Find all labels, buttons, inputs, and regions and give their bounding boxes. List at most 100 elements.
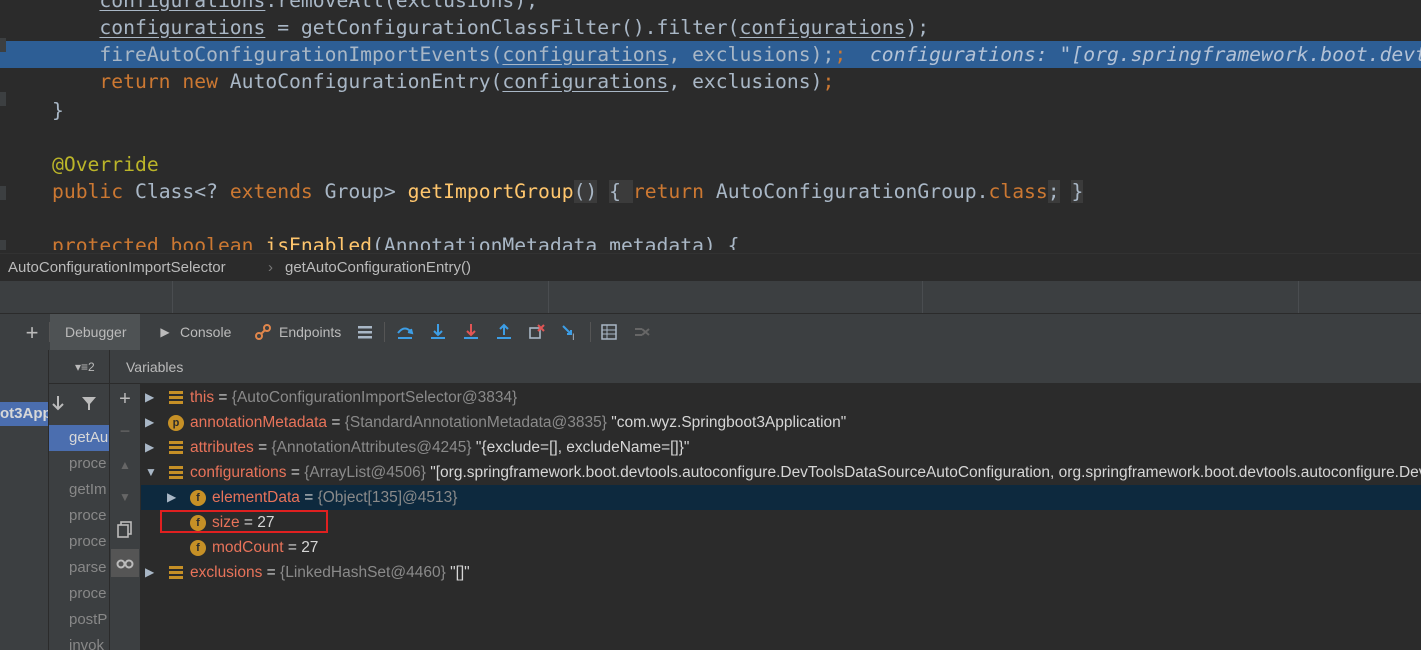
variables-tree: ▶ this = {AutoConfigurationImportSelector… <box>141 384 1421 650</box>
toolbar-separator <box>590 322 591 342</box>
stack-frame-item[interactable]: getIm <box>49 477 109 503</box>
new-watch-icon[interactable]: + <box>116 389 134 409</box>
variables-side-toolbar: + − ▲ ▼ <box>110 384 141 650</box>
restore-layout-icon[interactable] <box>356 323 374 341</box>
variable-row-annotationMetadata[interactable]: ▶ p annotationMetadata = {StandardAnnotati… <box>141 410 1421 435</box>
arrow-down-icon[interactable] <box>49 394 67 412</box>
copy-icon[interactable] <box>116 520 134 538</box>
variable-value: "[org.springframework.boot.devtools.auto… <box>430 464 1421 481</box>
tab-endpoints[interactable]: Endpoints <box>250 314 350 351</box>
console-icon: ▶ <box>160 325 170 339</box>
gutter-fold-marker[interactable] <box>0 240 6 250</box>
step-out-icon[interactable] <box>495 323 513 341</box>
step-into-icon[interactable] <box>429 323 447 341</box>
filter-icon[interactable] <box>80 394 98 412</box>
stack-frame-item[interactable]: proce <box>49 503 109 529</box>
variable-row-modCount[interactable]: f modCount = 27 <box>141 535 1421 560</box>
variable-row-size[interactable]: f size = 27 <box>141 510 1421 535</box>
evaluate-expression-icon[interactable] <box>600 323 618 341</box>
code-line[interactable]: configurations = getConfigurationClassFi… <box>0 14 1421 41</box>
code-token: = getConfigurationClassFilter().filter( <box>265 16 740 39</box>
breadcrumb-class[interactable]: AutoConfigurationImportSelector <box>8 259 226 276</box>
variable-text: configurations = {ArrayList@4506} "[org.… <box>190 460 1421 485</box>
variable-row-this[interactable]: ▶ this = {AutoConfigurationImportSelector… <box>141 385 1421 410</box>
code-token: isEnabled <box>265 234 373 250</box>
code-token: Group> <box>324 180 408 203</box>
variable-name: attributes <box>190 439 254 456</box>
svg-text:I: I <box>572 333 575 341</box>
variable-name: this <box>190 389 215 406</box>
tab-console[interactable]: ▶ Console <box>150 314 240 351</box>
code-token: Class<? <box>134 180 230 203</box>
step-over-icon[interactable] <box>396 323 414 341</box>
equals-sign: = <box>286 464 305 481</box>
stack-frame-item[interactable]: parse <box>49 555 109 581</box>
variable-type: {StandardAnnotationMetadata@3835} <box>344 414 607 431</box>
stack-frame-item[interactable]: proce <box>49 529 109 555</box>
code-token: ; <box>834 43 847 66</box>
code-token: , exclusions); <box>668 43 835 66</box>
variable-text: elementData = {Object[135]@4513} <box>212 485 457 510</box>
code-token: getImportGroup <box>407 180 574 203</box>
stack-frame-item[interactable]: proce <box>49 451 109 477</box>
expand-arrow-icon[interactable]: ▶ <box>145 435 157 460</box>
expand-arrow-icon[interactable]: ▶ <box>145 410 157 435</box>
move-down-icon[interactable]: ▼ <box>116 488 134 506</box>
trace-stream-icon[interactable] <box>633 323 651 341</box>
variable-row-exclusions[interactable]: ▶ exclusions = {LinkedHashSet@4460} "[]" <box>141 560 1421 585</box>
code-token: configurations <box>99 16 266 39</box>
gutter-fold-marker[interactable] <box>0 38 6 52</box>
collapse-arrow-icon[interactable]: ▼ <box>145 460 157 485</box>
code-line-content: public Class<? extends Group> getImportG… <box>52 178 1084 205</box>
add-button[interactable]: + <box>18 314 46 351</box>
equals-sign: = <box>262 564 281 581</box>
endpoints-icon <box>254 323 272 341</box>
show-watches-toggle[interactable] <box>111 549 139 577</box>
frames-sort-control[interactable]: ▾≡2 <box>75 360 95 374</box>
force-step-into-icon[interactable] <box>462 323 480 341</box>
variable-value: 27 <box>301 539 319 556</box>
breadcrumb: AutoConfigurationImportSelector › getAut… <box>0 253 1421 282</box>
code-line[interactable]: @Override <box>0 151 1421 178</box>
code-line[interactable]: return new AutoConfigurationEntry(config… <box>0 68 1421 95</box>
tab-debugger[interactable]: Debugger <box>50 314 140 351</box>
field-icon: f <box>190 540 206 556</box>
code-line[interactable] <box>0 124 1421 151</box>
object-icon <box>168 465 184 481</box>
stack-frame-item[interactable]: invok <box>49 633 109 650</box>
stack-frame-item[interactable]: getAu <box>49 425 109 451</box>
breadcrumb-method[interactable]: getAutoConfigurationEntry() <box>285 259 471 276</box>
code-line[interactable]: protected boolean isEnabled(AnnotationMe… <box>0 232 1421 250</box>
code-line[interactable]: fireAutoConfigurationImportEvents(config… <box>0 41 1421 68</box>
code-editor[interactable]: configurations.removeAll(exclusions); co… <box>0 0 1421 250</box>
remove-watch-icon[interactable]: − <box>116 422 134 440</box>
stack-frame-item[interactable]: postP <box>49 607 109 633</box>
variable-value: "com.wyz.Springboot3Application" <box>611 414 847 431</box>
code-token: AutoConfigurationEntry( <box>229 70 503 93</box>
code-token: configurations <box>502 70 669 93</box>
equals-sign: = <box>283 539 302 556</box>
variable-row-elementData[interactable]: ▶ f elementData = {Object[135]@4513} <box>141 485 1421 510</box>
expand-arrow-icon[interactable]: ▶ <box>145 560 157 585</box>
code-line[interactable]: public Class<? extends Group> getImportG… <box>0 178 1421 205</box>
run-to-cursor-icon[interactable]: I <box>561 323 579 343</box>
variable-row-configurations[interactable]: ▼ configurations = {ArrayList@4506} "[org… <box>141 460 1421 485</box>
equals-sign: = <box>327 414 345 431</box>
equals-sign: = <box>299 489 318 506</box>
variables-header: Variables <box>110 350 1421 384</box>
gutter-fold-marker[interactable] <box>0 92 6 106</box>
strip-divider <box>172 281 173 313</box>
stack-frame-item[interactable]: proce <box>49 581 109 607</box>
drop-frame-icon[interactable] <box>528 323 546 341</box>
parameter-icon: p <box>168 415 184 431</box>
gutter-fold-marker[interactable] <box>0 186 6 200</box>
code-line[interactable]: configurations.removeAll(exclusions); <box>0 0 1421 14</box>
move-up-icon[interactable]: ▲ <box>116 456 134 474</box>
app-thread-label[interactable]: ot3App <box>0 402 48 426</box>
code-line[interactable]: } <box>0 97 1421 124</box>
expand-arrow-icon[interactable]: ▶ <box>145 385 157 410</box>
code-line[interactable] <box>0 205 1421 232</box>
size-annotation-box <box>160 510 328 533</box>
expand-arrow-icon[interactable]: ▶ <box>167 485 179 510</box>
variable-row-attributes[interactable]: ▶ attributes = {AnnotationAttributes@4245… <box>141 435 1421 460</box>
